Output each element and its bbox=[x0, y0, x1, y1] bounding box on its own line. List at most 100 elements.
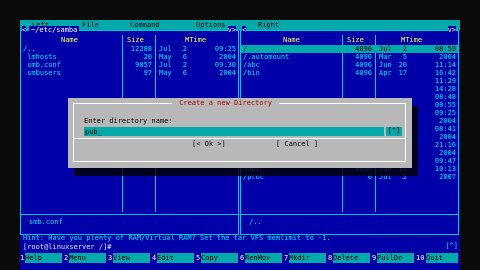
file-time: 08:59 bbox=[434, 45, 456, 53]
file-month: May bbox=[159, 69, 172, 77]
file-name: /bin bbox=[243, 69, 260, 77]
history-button[interactable]: [^] bbox=[386, 127, 402, 136]
file-time: 08:48 bbox=[434, 93, 456, 101]
fkey-help[interactable]: 1 Help bbox=[20, 253, 64, 263]
fkey-label: Help bbox=[25, 253, 62, 263]
file-row[interactable]: /bin 4096 Apr 17 16:42 bbox=[241, 69, 458, 77]
file-month: Mar bbox=[379, 53, 392, 61]
right-panel-header: Name Size MTime bbox=[241, 35, 458, 44]
mkdir-dialog: Create a new Directory Enter directory n… bbox=[68, 98, 412, 168]
file-time: 09:30 bbox=[214, 61, 236, 69]
menu-file[interactable]: File bbox=[82, 21, 99, 29]
subshell-scroll-mark[interactable]: [^] bbox=[445, 242, 458, 250]
file-name: /abc bbox=[243, 61, 260, 69]
fkey-copy[interactable]: 5 Copy bbox=[196, 253, 240, 263]
file-time: 10:13 bbox=[434, 165, 456, 173]
file-row[interactable]: smb.conf 9857 Jul 2 09:30 bbox=[21, 61, 238, 69]
menu-command[interactable]: Command bbox=[130, 21, 160, 29]
file-name: /.. bbox=[23, 45, 36, 53]
file-time: 2004 bbox=[439, 117, 456, 125]
file-size: 4096 bbox=[355, 53, 372, 61]
file-month: Jun bbox=[379, 61, 392, 69]
function-key-bar: 1 Help 2 Menu 3 View 4 Edit 5 Copy 6 RenMov 7 Mkdir 8 D… bbox=[20, 253, 460, 263]
dialog-separator bbox=[74, 138, 405, 139]
fkey-menu[interactable]: 2 Menu bbox=[64, 253, 108, 263]
fkey-label: PullDn bbox=[377, 253, 414, 263]
file-month: Jul bbox=[159, 45, 172, 53]
file-row[interactable]: /.. 12288 Jul 2 09:25 bbox=[21, 45, 238, 53]
menu-options[interactable]: Options bbox=[196, 21, 226, 29]
file-time: 2004 bbox=[219, 53, 236, 61]
file-size: 20 bbox=[143, 53, 152, 61]
cancel-button[interactable]: [ Cancel ] bbox=[276, 140, 318, 148]
fkey-number: 9 bbox=[372, 254, 377, 262]
right-panel-history-mark[interactable]: < bbox=[242, 26, 247, 34]
file-row[interactable]: /abc 4096 Jun 20 11:14 bbox=[241, 61, 458, 69]
file-size: 4096 bbox=[355, 61, 372, 69]
file-day: 2 bbox=[182, 61, 187, 69]
hint-line: Hint: Have you plenty of RAM/Virtual RAM… bbox=[23, 234, 331, 242]
fkey-edit[interactable]: 4 Edit bbox=[152, 253, 196, 263]
fkey-label: Edit bbox=[157, 253, 194, 263]
file-time: 2004 bbox=[219, 69, 236, 77]
fkey-pulldn[interactable]: 9 PullDn bbox=[372, 253, 416, 263]
column-name[interactable]: Name bbox=[283, 36, 300, 44]
file-month: Jul bbox=[379, 45, 392, 53]
menu-right[interactable]: Right bbox=[258, 21, 279, 29]
left-panel-history-mark[interactable]: < bbox=[22, 26, 27, 34]
right-panel-menu-mark[interactable]: v> bbox=[447, 26, 456, 34]
file-day: 2 bbox=[182, 45, 187, 53]
file-time: 2004 bbox=[439, 133, 456, 141]
fkey-number: 8 bbox=[328, 254, 333, 262]
menu-bar: Left File Command Options Right bbox=[20, 20, 460, 30]
file-time: 08:55 bbox=[434, 101, 456, 109]
column-mtime[interactable]: MTime bbox=[401, 36, 422, 44]
file-day: 6 bbox=[182, 53, 187, 61]
file-row[interactable]: / 4096 Jul 2 08:59 bbox=[241, 45, 458, 53]
terminal-screen: Left File Command Options Right < ~/etc/… bbox=[20, 20, 460, 270]
file-day: 17 bbox=[398, 69, 407, 77]
file-name: smbusers bbox=[23, 69, 61, 77]
file-time: 09:25 bbox=[434, 109, 456, 117]
directory-name-input[interactable]: pub_ bbox=[84, 127, 384, 136]
file-month: May bbox=[159, 53, 172, 61]
file-day: 2 bbox=[402, 45, 407, 53]
fkey-number: 1 bbox=[20, 254, 25, 262]
file-time: 11:29 bbox=[434, 77, 456, 85]
column-mtime[interactable]: MTime bbox=[185, 36, 206, 44]
column-name[interactable]: Name bbox=[61, 36, 78, 44]
fkey-quit[interactable]: 10 Quit bbox=[416, 253, 460, 263]
fkey-number: 7 bbox=[284, 254, 289, 262]
left-panel-menu-mark[interactable]: v> bbox=[227, 26, 236, 34]
panel-divider bbox=[241, 214, 458, 215]
file-time: 2004 bbox=[439, 53, 456, 61]
file-row[interactable]: /.automount 4096 Mar 5 2004 bbox=[241, 53, 458, 61]
fkey-delete[interactable]: 8 Delete bbox=[328, 253, 372, 263]
file-name: smb.conf bbox=[23, 61, 61, 69]
fkey-label: Quit bbox=[426, 253, 458, 263]
fkey-number: 2 bbox=[64, 254, 69, 262]
fkey-number: 4 bbox=[152, 254, 157, 262]
column-size[interactable]: Size bbox=[347, 36, 364, 44]
left-panel-header: Name Size MTime bbox=[21, 35, 238, 44]
shell-prompt[interactable]: [root@linuxserver /]# bbox=[23, 243, 112, 251]
right-panel-status: /.. bbox=[249, 218, 262, 226]
dialog-label: Enter directory name: bbox=[84, 117, 173, 125]
fkey-mkdir[interactable]: 7 Mkdir bbox=[284, 253, 328, 263]
file-row[interactable]: smbusers 97 May 6 2004 bbox=[21, 69, 238, 77]
fkey-renmov[interactable]: 6 RenMov bbox=[240, 253, 284, 263]
file-time: 09:47 bbox=[434, 157, 456, 165]
file-time: 09:25 bbox=[214, 45, 236, 53]
fkey-label: RenMov bbox=[245, 253, 282, 263]
file-time: 11:14 bbox=[434, 61, 456, 69]
file-time: 16:42 bbox=[434, 69, 456, 77]
file-time: 08:41 bbox=[434, 125, 456, 133]
file-size: 12288 bbox=[130, 45, 152, 53]
file-row[interactable]: 11:29 bbox=[241, 77, 458, 85]
fkey-view[interactable]: 3 View bbox=[108, 253, 152, 263]
file-row[interactable]: 14:28 bbox=[241, 85, 458, 93]
ok-button[interactable]: [< Ok >] bbox=[192, 140, 226, 148]
directory-name-value[interactable]: pub_ bbox=[85, 128, 102, 136]
column-size[interactable]: Size bbox=[127, 36, 144, 44]
file-row[interactable]: lmhosts 20 May 6 2004 bbox=[21, 53, 238, 61]
